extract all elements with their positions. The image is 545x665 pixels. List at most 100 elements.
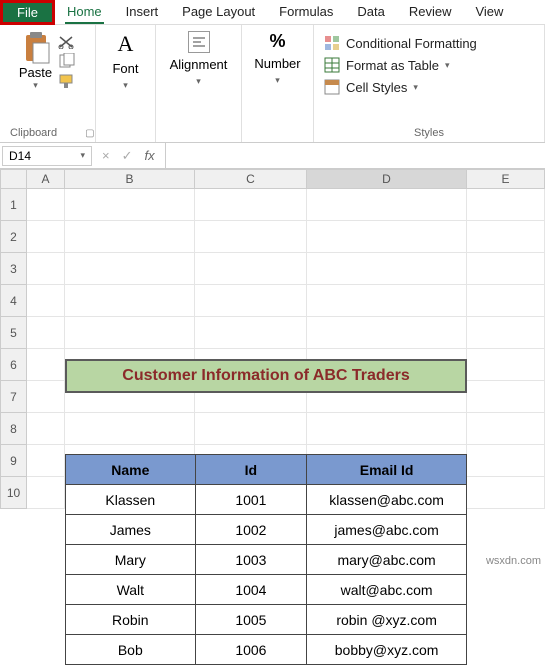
cell-email: james@abc.com [307,515,467,545]
tab-formulas[interactable]: Formulas [267,0,345,24]
cell[interactable] [195,221,307,253]
conditional-formatting-button[interactable]: Conditional Formatting [324,35,477,51]
cell-email: walt@abc.com [307,575,467,605]
name-box-value: D14 [9,149,31,163]
paste-label: Paste [19,65,52,80]
cell[interactable] [307,317,467,349]
row-header[interactable]: 1 [0,189,27,221]
group-title-clipboard: Clipboard [10,127,57,139]
cell[interactable] [467,381,545,413]
col-header-c[interactable]: C [195,169,307,189]
cell[interactable] [195,253,307,285]
enter-icon[interactable]: ✓ [122,148,133,164]
cell[interactable] [195,317,307,349]
chevron-down-icon: ▾ [413,82,418,93]
cell-styles-button[interactable]: Cell Styles ▾ [324,79,418,95]
cell[interactable] [467,477,545,509]
copy-icon[interactable] [58,53,76,69]
row-header[interactable]: 8 [0,413,27,445]
col-header-e[interactable]: E [467,169,545,189]
chevron-down-icon[interactable]: ▾ [33,80,38,91]
cell[interactable] [307,253,467,285]
cancel-icon[interactable]: × [102,148,110,163]
format-painter-icon[interactable] [58,73,76,89]
row-header[interactable]: 9 [0,445,27,477]
cell[interactable] [27,317,65,349]
cell-name: Bob [66,635,196,665]
cell[interactable] [307,221,467,253]
cell[interactable] [307,189,467,221]
cell[interactable] [27,253,65,285]
row-header[interactable]: 3 [0,253,27,285]
cell[interactable] [27,189,65,221]
cell-id: 1006 [195,635,307,665]
cell[interactable] [195,285,307,317]
cell[interactable] [467,253,545,285]
row-header[interactable]: 10 [0,477,27,509]
cell[interactable] [65,285,195,317]
group-font[interactable]: A Font ▾ [96,25,156,142]
formula-input[interactable] [165,143,545,168]
cell[interactable] [27,349,65,381]
group-number[interactable]: % Number ▾ [242,25,314,142]
cell[interactable] [467,445,545,477]
group-alignment[interactable]: Alignment ▾ [156,25,242,142]
cell[interactable] [65,317,195,349]
cell[interactable] [27,413,65,445]
tab-page-layout[interactable]: Page Layout [170,0,267,24]
cell-email: klassen@abc.com [307,485,467,515]
dialog-launcher-icon[interactable]: ▢ [85,128,94,139]
row-header[interactable]: 2 [0,221,27,253]
cell[interactable] [467,285,545,317]
cell[interactable] [27,221,65,253]
cell[interactable] [467,349,545,381]
cell[interactable] [65,413,195,445]
cell-name: Mary [66,545,196,575]
number-label: Number [254,56,300,71]
cell[interactable] [27,381,65,413]
tab-view[interactable]: View [463,0,515,24]
cell-name: Robin [66,605,196,635]
tab-home[interactable]: Home [55,0,114,24]
chevron-down-icon[interactable]: ▾ [80,150,85,161]
cell-email: bobby@xyz.com [307,635,467,665]
tab-file[interactable]: File [0,0,55,25]
name-box[interactable]: D14 ▾ [2,146,92,166]
cell[interactable] [307,413,467,445]
cell[interactable] [307,285,467,317]
paste-button[interactable]: Paste ▾ [19,31,52,91]
col-header-a[interactable]: A [27,169,65,189]
cell[interactable] [467,189,545,221]
cell[interactable] [65,189,195,221]
col-header-d[interactable]: D [307,169,467,189]
cell-styles-label: Cell Styles [346,80,407,95]
chevron-down-icon: ▾ [275,75,280,86]
cell[interactable] [467,317,545,349]
cell[interactable] [467,221,545,253]
cell[interactable] [27,285,65,317]
fx-icon[interactable]: fx [145,148,155,163]
select-all-corner[interactable] [0,169,27,189]
row-header[interactable]: 4 [0,285,27,317]
cell[interactable] [195,413,307,445]
alignment-icon [188,31,210,53]
cut-icon[interactable] [58,35,76,49]
cell-id: 1001 [195,485,307,515]
col-header-b[interactable]: B [65,169,195,189]
tab-review[interactable]: Review [397,0,464,24]
format-as-table-button[interactable]: Format as Table ▾ [324,57,450,73]
spreadsheet-grid[interactable]: A B C D E 1 2 3 4 5 6 7 8 9 10 Cust [0,169,545,509]
chevron-down-icon: ▾ [196,76,201,87]
table-icon [324,57,340,73]
cell[interactable] [27,477,65,509]
row-header[interactable]: 7 [0,381,27,413]
cell[interactable] [467,413,545,445]
cell[interactable] [195,189,307,221]
cell[interactable] [65,253,195,285]
tab-data[interactable]: Data [345,0,396,24]
tab-insert[interactable]: Insert [114,0,171,24]
row-header[interactable]: 6 [0,349,27,381]
row-header[interactable]: 5 [0,317,27,349]
cell[interactable] [27,445,65,477]
cell[interactable] [65,221,195,253]
